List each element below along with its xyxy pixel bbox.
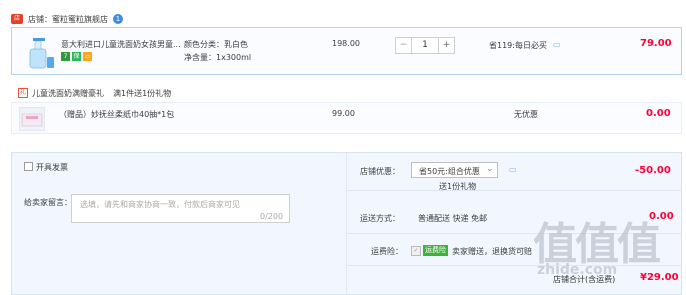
seven-day-return-icon: 7 (61, 52, 70, 61)
quantity-decrease-button[interactable]: − (395, 37, 412, 54)
shop-name[interactable]: 店铺：蜜粒蜜粒旗舰店 (28, 14, 108, 25)
discount-value: -50.00 (635, 165, 671, 176)
discount-sub: 送1份礼物 (439, 182, 477, 191)
spec-color: 颜色分类：乳白色 (184, 40, 248, 49)
delivery-label: 运送方式： (360, 214, 400, 223)
gift-price: 99.00 (332, 109, 355, 118)
product-thumbnail[interactable] (21, 35, 57, 69)
product-badges: 7 保 ▭ (61, 51, 94, 61)
discount-selected: 省50元:组合优惠 (419, 167, 480, 176)
message-placeholder: 选填，请先和商家协商一致，付款后商家可见 (80, 200, 240, 209)
unit-price: 198.00 (332, 39, 360, 48)
discount-select[interactable]: 省50元:组合优惠 ⌄ (411, 162, 498, 178)
insurance-label: 运费险： (371, 247, 403, 256)
message-label: 给卖家留言： (24, 198, 72, 207)
subtotal-value: ¥29.00 (640, 272, 679, 283)
spec-volume: 净含量：1x300ml (184, 53, 252, 62)
promo-text: 省119:每日必买 (489, 41, 547, 50)
insurance-tag: 运费险 (423, 245, 448, 256)
panel-divider (346, 153, 347, 294)
row-divider (347, 190, 681, 191)
lotion-bottle-icon (29, 38, 54, 69)
watermark-url: zhide.com (537, 262, 618, 278)
info-bubble-icon[interactable]: ▭ (509, 165, 517, 174)
credit-card-icon: ▭ (83, 52, 92, 61)
quantity-input[interactable]: 1 (411, 37, 439, 54)
order-item-row (11, 27, 682, 75)
gift-total: 0.00 (646, 108, 671, 119)
message-textarea[interactable]: 选填，请先和商家协商一致，付款后商家可见 0/200 (71, 194, 290, 223)
quantity-increase-button[interactable]: + (438, 37, 455, 54)
message-counter: 0/200 (260, 212, 284, 221)
gift-name[interactable]: （赠品）妙抚丝柔纸巾40抽*1包 (59, 109, 174, 120)
product-title[interactable]: 意大利进口儿童洗面奶女孩男童... (61, 39, 181, 50)
delivery-value: 普通配送 快递 免邮 (418, 214, 488, 223)
gift-thumbnail[interactable] (19, 107, 45, 131)
insurance-checkbox[interactable]: ✓ (411, 246, 421, 256)
chevron-down-icon: ⌄ (486, 164, 494, 174)
gift-icon: 礼 (18, 88, 28, 98)
discount-label: 店铺优惠： (360, 167, 400, 176)
tissue-pack-icon (21, 113, 43, 127)
invoice-checkbox[interactable] (24, 162, 33, 171)
invoice-label[interactable]: 开具发票 (36, 162, 68, 173)
gift-section-rule: 满1件送1份礼物 (113, 89, 172, 98)
gift-note: 无优惠 (514, 110, 538, 119)
chat-bubble-icon[interactable]: ▭ (553, 40, 561, 49)
guarantee-icon: 保 (72, 52, 81, 61)
shop-icon: 店 (11, 14, 23, 24)
shop-chat-badge[interactable]: 1 (113, 14, 123, 24)
gift-section-title: 儿童洗面奶满赠豪礼 (32, 89, 104, 98)
item-total: 79.00 (640, 38, 672, 49)
insurance-text: 卖家赠送，退换货可赔 (452, 247, 532, 256)
